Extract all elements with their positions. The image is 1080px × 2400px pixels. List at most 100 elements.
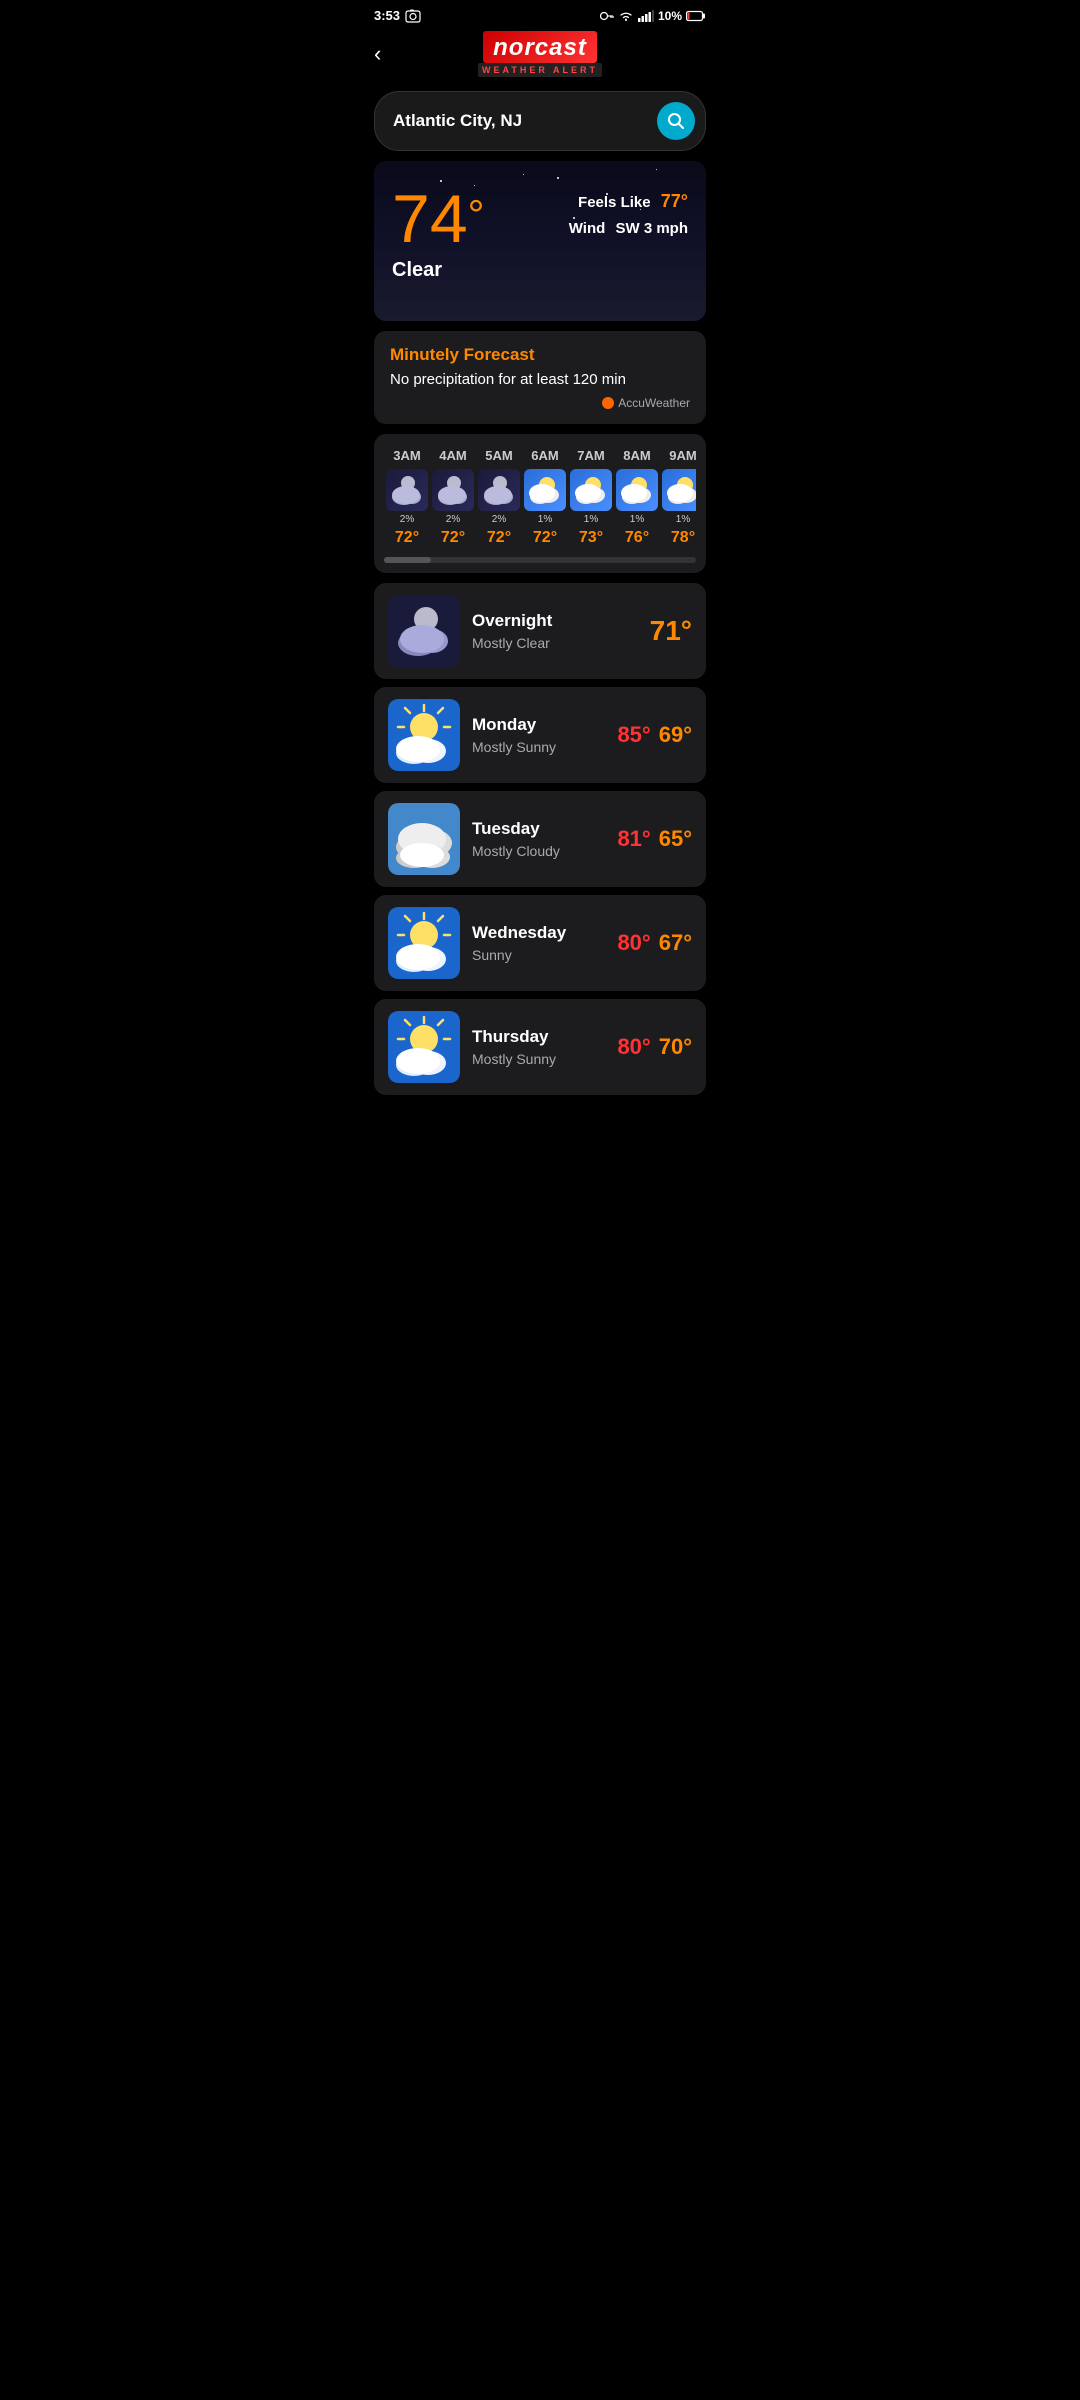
hour-precip: 2% [446,514,460,525]
forecast-day-temps: 80° 70° [617,1034,692,1060]
app-logo: norcast WEATHER ALERT [478,31,602,77]
forecast-day-icon [388,1011,460,1083]
forecast-day-info: Monday Mostly Sunny [472,715,605,755]
forecast-icon-svg [388,803,460,875]
hour-label: 8AM [623,448,650,463]
forecast-day-icon [388,595,460,667]
status-time: 3:53 [374,8,400,23]
hour-precip: 1% [676,514,690,525]
hour-temp: 72° [395,529,419,547]
header: ‹ norcast WEATHER ALERT [360,27,720,85]
photo-icon [405,9,421,23]
forecast-day-icon [388,803,460,875]
forecast-icon-svg [388,699,460,771]
wind-value: SW 3 mph [615,220,688,237]
hour-label: 5AM [485,448,512,463]
hourly-bar-track [384,557,696,563]
hourly-section: 3AM 2% 72° 4AM 2% 72° 5AM [374,434,706,573]
hour-label: 4AM [439,448,466,463]
forecast-day-condition: Mostly Sunny [472,739,605,755]
day-cloud-svg [662,469,696,511]
hour-temp: 78° [671,529,695,547]
feels-like-label: Feels Like [578,194,651,211]
night-cloud-svg [432,469,474,511]
feels-wind-section: Feels Like 77° Wind SW 3 mph [569,191,688,245]
current-condition: Clear [392,259,484,282]
forecast-day-temps: 80° 67° [617,930,692,956]
temp-low: 69° [659,722,692,748]
status-bar: 3:53 10% [360,0,720,27]
temp-low: 65° [659,826,692,852]
hour-icon-day [524,469,566,511]
hour-precip: 2% [400,514,414,525]
day-cloud-svg [616,469,658,511]
accuweather-label: AccuWeather [618,396,690,410]
hour-icon-day [616,469,658,511]
hour-temp: 72° [441,529,465,547]
search-button[interactable] [657,102,695,140]
forecast-day-temps: 85° 69° [617,722,692,748]
search-bar[interactable]: Atlantic City, NJ [374,91,706,151]
hourly-item: 9AM 1% 78° [660,448,696,547]
hour-temp: 76° [625,529,649,547]
hour-label: 6AM [531,448,558,463]
hour-label: 7AM [577,448,604,463]
forecast-day-name: Tuesday [472,819,605,839]
forecast-day-condition: Mostly Cloudy [472,843,605,859]
aw-dot-icon [602,397,614,409]
temp-high: 80° [617,930,650,956]
forecast-day-info: Tuesday Mostly Cloudy [472,819,605,859]
forecast-day-icon [388,699,460,771]
hour-precip: 2% [492,514,506,525]
logo-subtitle: WEATHER ALERT [478,63,602,77]
forecast-day-condition: Mostly Sunny [472,1051,605,1067]
overnight-temp: 71° [650,615,692,647]
forecast-day-condition: Sunny [472,947,605,963]
forecast-day-temps: 81° 65° [617,826,692,852]
temp-unit: ° [468,191,485,239]
wifi-icon [618,10,634,22]
forecast-day-condition: Mostly Clear [472,635,638,651]
hourly-item: 8AM 1% 76° [614,448,660,547]
wind-label: Wind [569,220,606,237]
night-cloud-svg [386,469,428,511]
hour-temp: 72° [487,529,511,547]
hour-label: 9AM [669,448,696,463]
hour-icon-night [386,469,428,511]
weather-hero: 74 ° Clear Feels Like 77° Wind SW 3 mph [374,161,706,321]
back-button[interactable]: ‹ [374,41,381,67]
hour-precip: 1% [630,514,644,525]
signal-icon [638,10,654,22]
temp-low: 67° [659,930,692,956]
temp-high: 85° [617,722,650,748]
temp-high: 81° [617,826,650,852]
hour-label: 3AM [393,448,420,463]
forecast-day-card: Monday Mostly Sunny 85° 69° [374,687,706,783]
minutely-title: Minutely Forecast [390,345,690,365]
location-text: Atlantic City, NJ [393,111,657,131]
forecast-day-temps: 71° [650,615,692,647]
forecast-icon-svg [388,595,460,667]
forecast-day-name: Thursday [472,1027,605,1047]
hourly-item: 7AM 1% 73° [568,448,614,547]
hour-precip: 1% [584,514,598,525]
temp-high: 80° [617,1034,650,1060]
day-cloud-svg [570,469,612,511]
hourly-item: 4AM 2% 72° [430,448,476,547]
forecast-icon-svg [388,907,460,979]
key-icon [600,11,614,21]
forecast-day-info: Overnight Mostly Clear [472,611,638,651]
forecast-day-icon [388,907,460,979]
hour-icon-night [432,469,474,511]
hourly-item: 3AM 2% 72° [384,448,430,547]
forecast-day-name: Monday [472,715,605,735]
forecast-day-name: Overnight [472,611,638,631]
hourly-row: 3AM 2% 72° 4AM 2% 72° 5AM [384,448,696,547]
forecast-day-card: Tuesday Mostly Cloudy 81° 65° [374,791,706,887]
forecast-cards: Overnight Mostly Clear 71° Monday Mostly… [360,583,720,1095]
forecast-day-card: Wednesday Sunny 80° 67° [374,895,706,991]
logo-norcast-text: norcast [483,31,597,63]
magnify-icon [667,112,685,130]
forecast-day-info: Wednesday Sunny [472,923,605,963]
forecast-day-info: Thursday Mostly Sunny [472,1027,605,1067]
